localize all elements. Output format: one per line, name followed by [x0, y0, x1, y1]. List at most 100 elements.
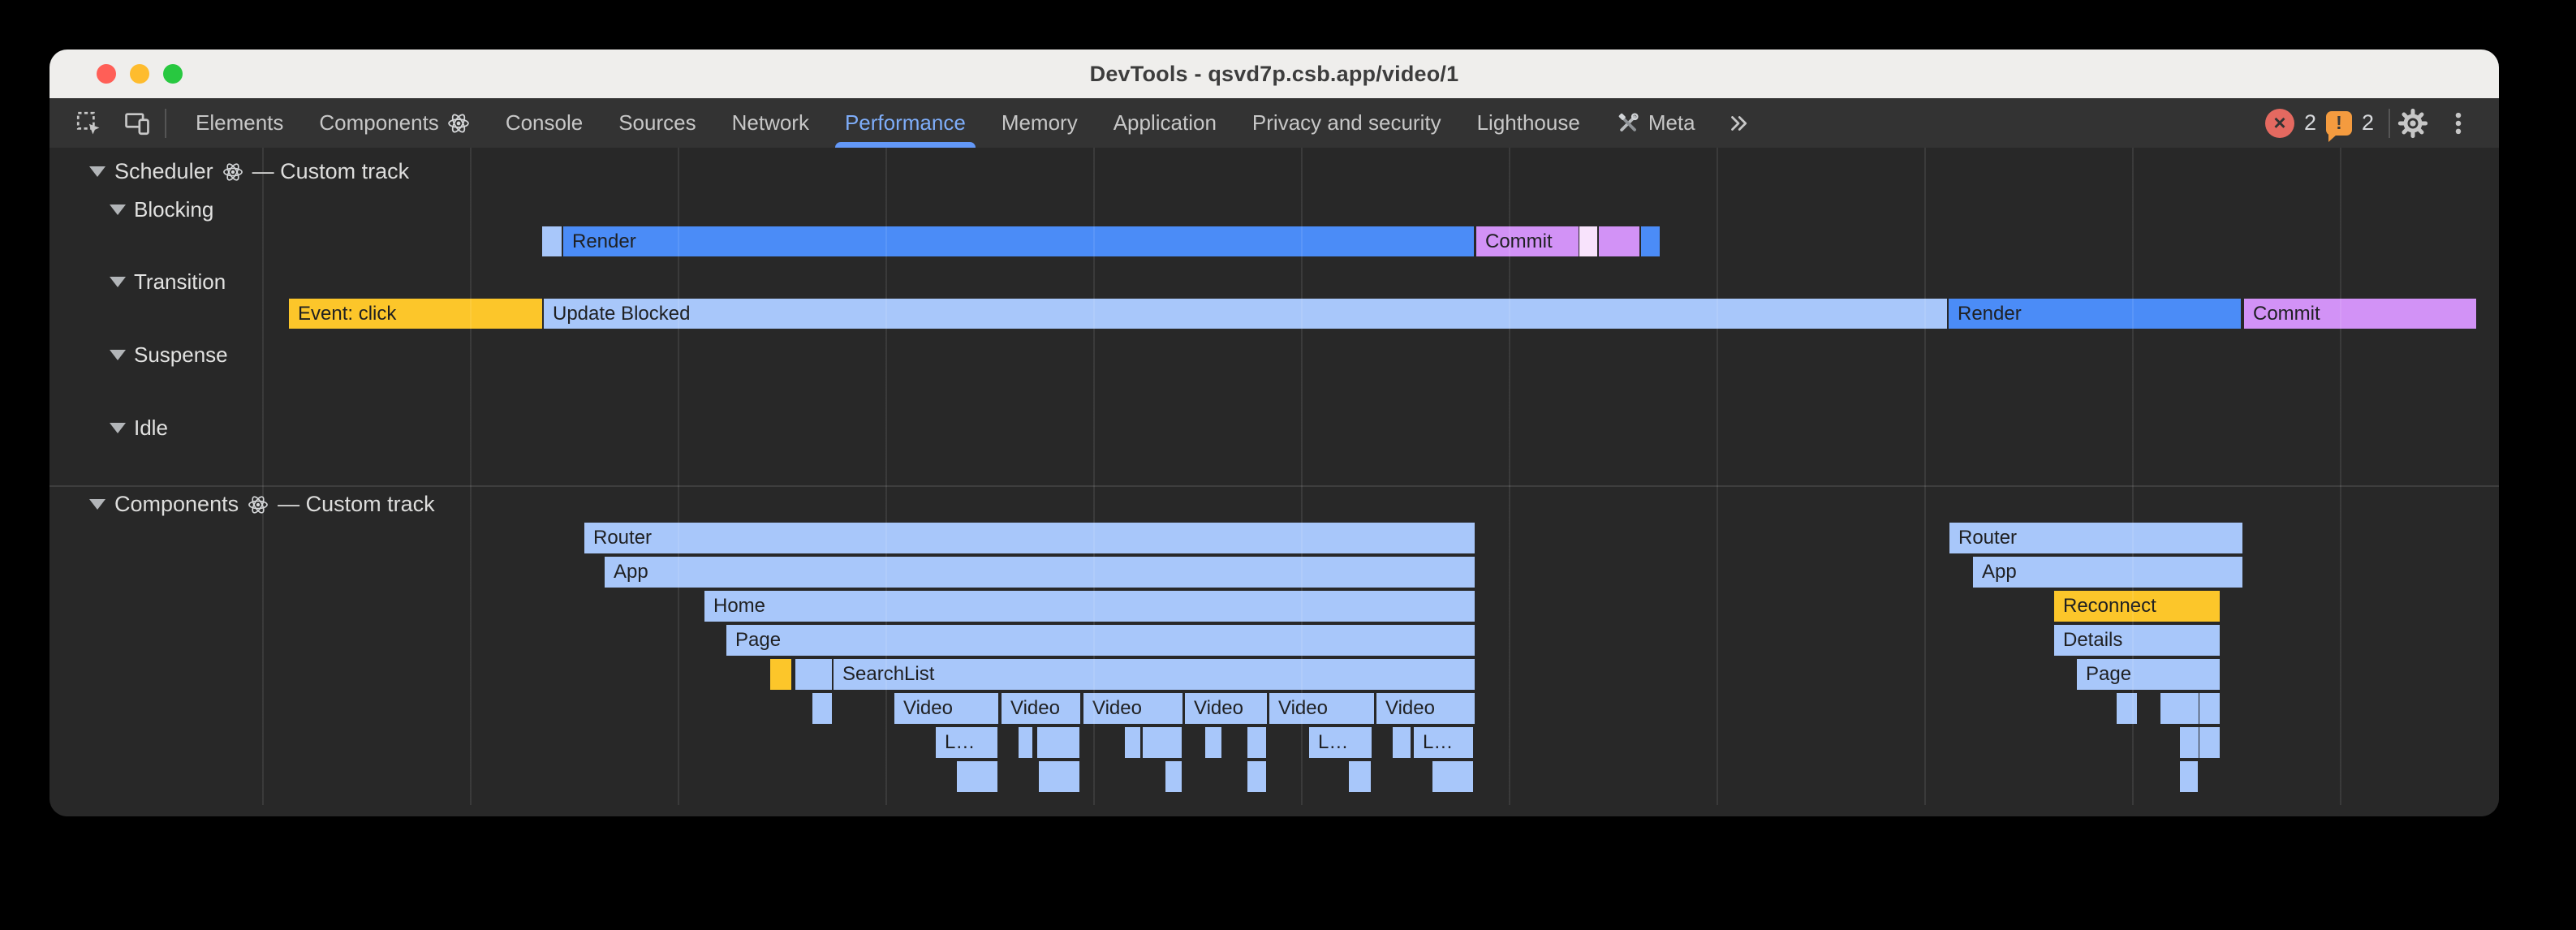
flame-bar[interactable] [1579, 226, 1597, 256]
kebab-menu-icon [2445, 110, 2472, 137]
error-badge-icon[interactable]: × [2265, 109, 2294, 138]
flame-bar-commit[interactable]: Commit [2244, 299, 2476, 329]
flame-bar-router[interactable]: Router [1949, 523, 2242, 553]
flame-bar-video[interactable]: Video [1269, 693, 1374, 724]
flame-bar[interactable] [1019, 727, 1032, 758]
close-window-button[interactable] [97, 64, 116, 84]
flame-bar-page[interactable]: Page [2077, 659, 2220, 690]
flame-bar-render[interactable]: Render [563, 226, 1474, 256]
flame-bar[interactable] [1165, 761, 1182, 792]
flame-bar[interactable] [1599, 226, 1639, 256]
flame-bar[interactable] [1393, 727, 1411, 758]
flame-bar-reconnect[interactable]: Reconnect [2054, 591, 2220, 622]
device-toolbar-icon [123, 110, 151, 137]
flame-bar[interactable] [2199, 693, 2220, 724]
flame-bar[interactable] [1037, 727, 1079, 758]
lane-transition[interactable]: Transition [110, 269, 226, 295]
tab-lighthouse[interactable]: Lighthouse [1459, 98, 1598, 148]
inspect-element-button[interactable] [67, 104, 110, 143]
flame-bar[interactable] [1125, 727, 1140, 758]
flame-bar[interactable] [957, 761, 997, 792]
flame-bar-l[interactable]: L… [1414, 727, 1473, 758]
flame-bar-event-click[interactable]: Event: click [289, 299, 542, 329]
more-tabs-button[interactable] [1713, 111, 1764, 136]
flame-bar-home[interactable]: Home [704, 591, 1475, 622]
collapse-triangle-icon [89, 166, 106, 177]
flame-bar-video[interactable]: Video [1002, 693, 1080, 724]
tab-components[interactable]: Components [301, 98, 487, 148]
tab-performance[interactable]: Performance [827, 98, 984, 148]
flame-bar-render[interactable]: Render [1949, 299, 2241, 329]
tab-console[interactable]: Console [488, 98, 601, 148]
flame-bar-details[interactable]: Details [2054, 625, 2220, 656]
tab-network[interactable]: Network [714, 98, 827, 148]
flame-bar[interactable] [1349, 761, 1371, 792]
tab-privacy-and-security[interactable]: Privacy and security [1234, 98, 1459, 148]
flame-bar[interactable] [1247, 727, 1266, 758]
flame-bar-app[interactable]: App [605, 557, 1475, 588]
tab-elements[interactable]: Elements [178, 98, 301, 148]
window-title: DevTools - qsvd7p.csb.app/video/1 [1090, 62, 1459, 87]
track-separator [50, 485, 2499, 487]
flame-bar[interactable] [1039, 761, 1079, 792]
flame-bar[interactable] [2180, 761, 2198, 792]
tab-application[interactable]: Application [1096, 98, 1234, 148]
performance-flamechart: Scheduler — Custom track Blocking Transi… [50, 148, 2499, 816]
flame-bar-video[interactable]: Video [1376, 693, 1475, 724]
flame-bar[interactable] [1641, 226, 1660, 256]
lane-blocking[interactable]: Blocking [110, 197, 213, 222]
collapse-triangle-icon [89, 499, 106, 510]
minimize-window-button[interactable] [130, 64, 149, 84]
issue-count: 2 [2362, 110, 2374, 136]
react-atom-icon [248, 494, 269, 515]
flame-bar-video[interactable]: Video [1185, 693, 1267, 724]
panel-tabs: Elements Components Console Sources Netw… [178, 98, 1713, 148]
collapse-triangle-icon [110, 277, 126, 287]
flame-bar[interactable] [542, 226, 562, 256]
zoom-window-button[interactable] [163, 64, 183, 84]
components-track-header[interactable]: Components — Custom track [89, 492, 435, 517]
flame-bar[interactable] [2180, 727, 2199, 758]
devtools-toolbar: Elements Components Console Sources Netw… [50, 98, 2499, 148]
tab-memory[interactable]: Memory [984, 98, 1096, 148]
flame-bar[interactable] [2160, 693, 2199, 724]
flame-bar[interactable] [1143, 727, 1182, 758]
flame-bar[interactable] [795, 659, 832, 690]
flame-bar[interactable] [1432, 761, 1473, 792]
flame-bar-video[interactable]: Video [894, 693, 998, 724]
flame-bar-searchlist[interactable]: SearchList [834, 659, 1475, 690]
flame-bar[interactable] [2117, 693, 2137, 724]
toolbar-separator [165, 109, 166, 138]
flame-bar-app[interactable]: App [1973, 557, 2242, 588]
title-bar: DevTools - qsvd7p.csb.app/video/1 [50, 50, 2499, 98]
collapse-triangle-icon [110, 423, 126, 433]
flame-bar[interactable] [1205, 727, 1221, 758]
flame-bar-page[interactable]: Page [726, 625, 1475, 656]
device-toolbar-button[interactable] [116, 104, 158, 143]
flame-bar-video[interactable]: Video [1083, 693, 1182, 724]
lane-suspense[interactable]: Suspense [110, 342, 228, 368]
flame-bar-l[interactable]: L… [936, 727, 997, 758]
traffic-lights [97, 50, 183, 98]
gear-icon [2397, 107, 2429, 140]
flame-bar-commit[interactable]: Commit [1476, 226, 1579, 256]
flame-bar[interactable] [2199, 727, 2220, 758]
toolbar-left-icons [50, 104, 178, 143]
tools-icon [1616, 111, 1640, 136]
react-atom-icon [222, 161, 243, 183]
flame-bar[interactable] [812, 693, 832, 724]
devtools-window: DevTools - qsvd7p.csb.app/video/1 Elemen… [50, 50, 2499, 816]
flame-bar-router[interactable]: Router [584, 523, 1475, 553]
lane-idle[interactable]: Idle [110, 415, 168, 441]
flame-bar-update-blocked[interactable]: Update Blocked [544, 299, 1947, 329]
inspect-cursor-icon [75, 110, 102, 137]
flame-bar-l[interactable]: L… [1309, 727, 1372, 758]
flame-bar[interactable] [770, 659, 791, 690]
more-options-button[interactable] [2436, 104, 2481, 143]
flame-bar[interactable] [1247, 761, 1266, 792]
tab-sources[interactable]: Sources [601, 98, 713, 148]
settings-button[interactable] [2390, 104, 2436, 143]
scheduler-track-header[interactable]: Scheduler — Custom track [89, 159, 409, 184]
issues-badge-icon[interactable]: ! [2326, 111, 2352, 136]
tab-meta[interactable]: Meta [1598, 98, 1713, 148]
